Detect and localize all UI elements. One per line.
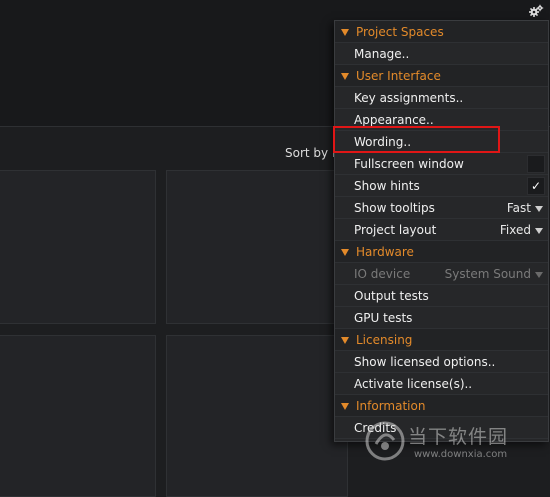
section-label: Project Spaces [356, 25, 444, 39]
menu-item-label: Key assignments.. [354, 91, 464, 105]
section-label: User Interface [356, 69, 441, 83]
menu-item-show-hints[interactable]: Show hints ✓ [335, 175, 548, 197]
menu-item-label: Show tooltips [354, 201, 435, 215]
watermark-logo-icon [365, 421, 405, 461]
menu-item-label: Fullscreen window [354, 157, 464, 171]
collapse-triangle-icon [341, 403, 349, 410]
collapse-triangle-icon [341, 29, 349, 36]
watermark: 当下软件园 www.downxia.com [362, 418, 532, 468]
dropdown-arrow-icon [535, 228, 543, 234]
menu-item-show-licensed-options[interactable]: Show licensed options.. [335, 351, 548, 373]
watermark-url: www.downxia.com [414, 449, 508, 460]
project-tile[interactable] [0, 170, 156, 324]
menu-item-fullscreen-window[interactable]: Fullscreen window [335, 153, 548, 175]
section-label: Information [356, 399, 426, 413]
section-label: Licensing [356, 333, 413, 347]
menu-item-label: Manage.. [354, 47, 410, 61]
menu-item-label: Activate license(s).. [354, 377, 473, 391]
menu-item-label: Show licensed options.. [354, 355, 496, 369]
gear-icon [529, 4, 544, 17]
show-hints-checkbox[interactable]: ✓ [527, 177, 545, 195]
settings-button[interactable] [527, 3, 545, 19]
section-licensing[interactable]: Licensing [335, 329, 548, 351]
menu-item-label: Output tests [354, 289, 429, 303]
annotation-highlight-box [333, 126, 500, 153]
menu-item-show-tooltips[interactable]: Show tooltips Fast [335, 197, 548, 219]
watermark-text: 当下软件园 [408, 426, 509, 448]
section-label: Hardware [356, 245, 414, 259]
menu-item-label: Appearance.. [354, 113, 434, 127]
menu-item-output-tests[interactable]: Output tests [335, 285, 548, 307]
project-tile[interactable] [166, 335, 348, 497]
section-information[interactable]: Information [335, 395, 548, 417]
settings-menu: Project Spaces Manage.. User Interface K… [334, 20, 549, 442]
menu-item-project-layout[interactable]: Project layout Fixed [335, 219, 548, 241]
collapse-triangle-icon [341, 337, 349, 344]
section-user-interface[interactable]: User Interface [335, 65, 548, 87]
menu-item-key-assignments[interactable]: Key assignments.. [335, 87, 548, 109]
menu-item-manage[interactable]: Manage.. [335, 43, 548, 65]
dropdown-arrow-icon [535, 272, 543, 278]
menu-item-io-device: IO device System Sound [335, 263, 548, 285]
collapse-triangle-icon [341, 249, 349, 256]
menu-item-label: Project layout [354, 223, 437, 237]
fullscreen-checkbox[interactable] [527, 155, 545, 173]
project-tile[interactable] [166, 170, 348, 324]
menu-item-gpu-tests[interactable]: GPU tests [335, 307, 548, 329]
sort-label[interactable]: Sort by r [285, 146, 337, 160]
menu-item-activate-license[interactable]: Activate license(s).. [335, 373, 548, 395]
section-project-spaces[interactable]: Project Spaces [335, 21, 548, 43]
tooltips-value: Fast [506, 201, 531, 215]
menu-item-label: GPU tests [354, 311, 413, 325]
layout-value: Fixed [499, 223, 531, 237]
section-hardware[interactable]: Hardware [335, 241, 548, 263]
dropdown-arrow-icon [535, 206, 543, 212]
io-device-value: System Sound [444, 267, 531, 281]
collapse-triangle-icon [341, 73, 349, 80]
menu-item-label: IO device [354, 267, 411, 281]
project-tile[interactable] [0, 335, 156, 497]
menu-item-label: Show hints [354, 179, 420, 193]
